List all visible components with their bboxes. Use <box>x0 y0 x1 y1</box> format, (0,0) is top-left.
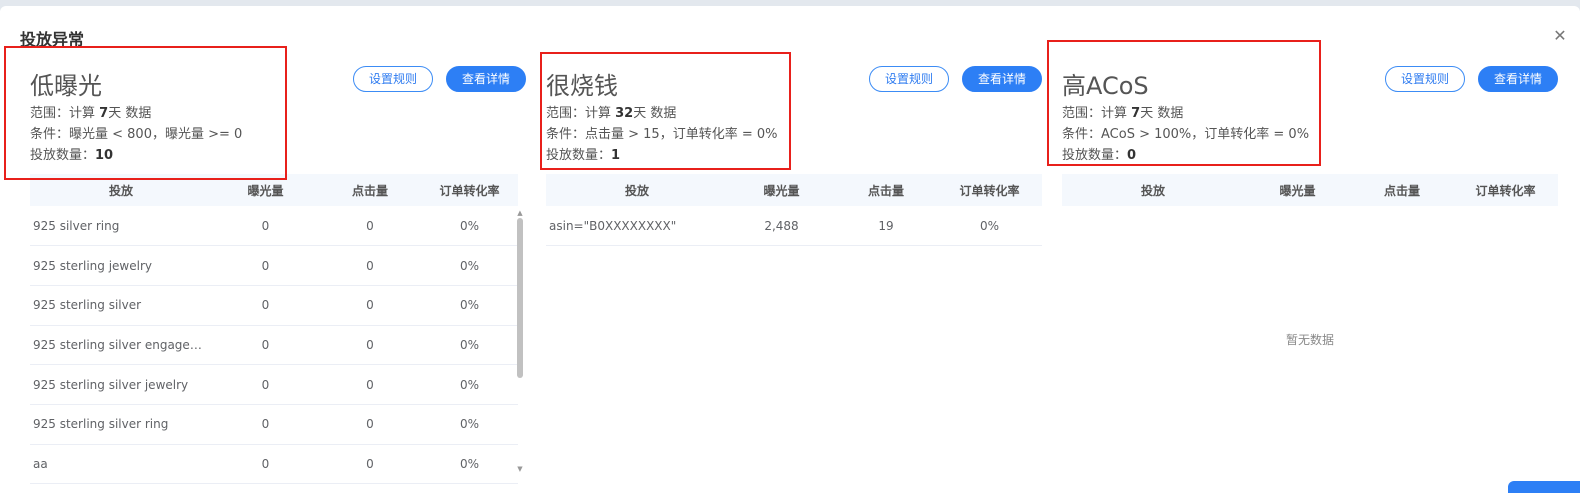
table-row[interactable]: asin="B0XXXXXXXX" 2,488 19 0% <box>546 206 1042 247</box>
exposure-cell: 2,488 <box>728 206 835 247</box>
count-value: 10 <box>95 148 114 163</box>
col-header[interactable]: 曝光量 <box>212 174 319 206</box>
scope-text: 范围：计算 7天 数据 <box>30 102 151 121</box>
scroll-thumb[interactable] <box>517 218 523 378</box>
view-details-button[interactable]: 查看详情 <box>962 66 1042 92</box>
target-cell: 925 sterling silver jewelry <box>30 364 212 405</box>
col-header[interactable]: 投放 <box>1062 174 1244 206</box>
table-row[interactable]: 925 sterling silver jewelry 0 0 0% <box>30 364 518 405</box>
clicks-cell: 19 <box>835 206 937 247</box>
scroll-up-icon[interactable]: ▲ <box>516 209 524 217</box>
corner-action-button[interactable] <box>1508 481 1580 493</box>
cvr-cell: 0% <box>421 206 518 247</box>
clicks-cell: 0 <box>319 364 421 405</box>
table-scrollbar[interactable]: ▲ ▼ <box>516 209 524 473</box>
target-cell: 925 sterling silver ring <box>30 404 212 445</box>
exposure-cell: 0 <box>212 245 319 286</box>
exposure-cell: 0 <box>212 325 319 366</box>
clicks-cell: 0 <box>319 444 421 485</box>
scope-days: 32 <box>615 106 634 121</box>
table-row[interactable]: aa 0 0 0% <box>30 444 518 485</box>
count-value: 0 <box>1127 148 1137 163</box>
set-rules-button[interactable]: 设置规则 <box>353 66 433 92</box>
count-label: 投放数量： <box>1062 148 1128 163</box>
empty-state-text: 暂无数据 <box>1286 333 1335 347</box>
scope-prefix: 范围：计算 <box>30 106 100 121</box>
table-low-exposure: 投放 曝光量 点击量 订单转化率 925 silver ring 0 0 0% 925… <box>30 174 518 485</box>
count-value: 1 <box>611 148 621 163</box>
view-details-button[interactable]: 查看详情 <box>1478 66 1558 92</box>
col-header[interactable]: 订单转化率 <box>421 174 518 206</box>
cvr-cell: 0% <box>421 285 518 326</box>
target-cell: 925 sterling jewelry <box>30 245 212 286</box>
target-cell: 925 sterling silver engagement ... <box>30 325 212 366</box>
cvr-cell: 0% <box>421 245 518 286</box>
scope-suffix: 天 数据 <box>633 106 677 121</box>
exposure-cell: 0 <box>212 364 319 405</box>
col-header[interactable]: 点击量 <box>319 174 421 206</box>
scroll-down-icon[interactable]: ▼ <box>516 465 524 473</box>
table-high-spend: 投放 曝光量 点击量 订单转化率 asin="B0XXXXXXXX" 2,488 1… <box>546 174 1042 247</box>
panel-low-exposure: 低曝光 范围：计算 7天 数据 条件：曝光量 < 800，曝光量 >= 0 投放… <box>30 6 530 493</box>
clicks-cell: 0 <box>319 245 421 286</box>
count-text: 投放数量：1 <box>546 144 620 163</box>
clicks-cell: 0 <box>319 325 421 366</box>
cvr-cell: 0% <box>937 206 1042 247</box>
exposure-cell: 0 <box>212 206 319 247</box>
exposure-cell: 0 <box>212 444 319 485</box>
cvr-cell: 0% <box>421 364 518 405</box>
col-header[interactable]: 投放 <box>546 174 728 206</box>
exposure-cell: 0 <box>212 404 319 445</box>
col-header[interactable]: 订单转化率 <box>1453 174 1558 206</box>
target-cell: asin="B0XXXXXXXX" <box>546 206 728 247</box>
panel-high-spend: 很烧钱 范围：计算 32天 数据 条件：点击量 > 15，订单转化率 = 0% … <box>546 6 1046 493</box>
count-text: 投放数量：0 <box>1062 144 1136 163</box>
scope-suffix: 天 数据 <box>108 106 152 121</box>
table-row[interactable]: 925 silver ring 0 0 0% <box>30 206 518 247</box>
table-row[interactable]: 925 sterling silver ring 0 0 0% <box>30 404 518 445</box>
col-header[interactable]: 点击量 <box>835 174 937 206</box>
condition-text: 条件：曝光量 < 800，曝光量 >= 0 <box>30 127 243 142</box>
panel-title: 很烧钱 <box>546 72 618 100</box>
condition-text: 条件：点击量 > 15，订单转化率 = 0% <box>546 127 778 142</box>
clicks-cell: 0 <box>319 206 421 247</box>
exposure-cell: 0 <box>212 285 319 326</box>
scope-prefix: 范围：计算 <box>546 106 616 121</box>
anomaly-dialog: 投放异常 ✕ 低曝光 范围：计算 7天 数据 条件：曝光量 < 800，曝光量 … <box>0 6 1580 493</box>
target-cell: aa <box>30 444 212 485</box>
set-rules-button[interactable]: 设置规则 <box>1385 66 1465 92</box>
scope-text: 范围：计算 7天 数据 <box>1062 102 1183 121</box>
cvr-cell: 0% <box>421 404 518 445</box>
table-row[interactable]: 925 sterling silver engagement ...000% <box>30 325 518 366</box>
scope-text: 范围：计算 32天 数据 <box>546 102 676 121</box>
target-cell: 925 silver ring <box>30 206 212 247</box>
col-header[interactable]: 曝光量 <box>728 174 835 206</box>
count-label: 投放数量： <box>546 148 612 163</box>
target-cell: 925 sterling silver <box>30 285 212 326</box>
condition-text: 条件：ACoS > 100%，订单转化率 = 0% <box>1062 127 1310 142</box>
panel-high-acos: 高ACoS 范围：计算 7天 数据 条件：ACoS > 100%，订单转化率 =… <box>1062 6 1562 493</box>
scope-days: 7 <box>99 106 109 121</box>
cvr-cell: 0% <box>421 325 518 366</box>
panel-title: 低曝光 <box>30 72 102 100</box>
col-header[interactable]: 曝光量 <box>1244 174 1351 206</box>
count-label: 投放数量： <box>30 148 96 163</box>
table-row[interactable]: 925 sterling jewelry 0 0 0% <box>30 245 518 286</box>
scope-days: 7 <box>1131 106 1141 121</box>
count-text: 投放数量：10 <box>30 144 113 163</box>
clicks-cell: 0 <box>319 285 421 326</box>
view-details-button[interactable]: 查看详情 <box>446 66 526 92</box>
scope-prefix: 范围：计算 <box>1062 106 1132 121</box>
clicks-cell: 0 <box>319 404 421 445</box>
col-header[interactable]: 投放 <box>30 174 212 206</box>
col-header[interactable]: 订单转化率 <box>937 174 1042 206</box>
panel-title: 高ACoS <box>1062 72 1149 100</box>
table-row[interactable]: 925 sterling silver 0 0 0% <box>30 285 518 326</box>
set-rules-button[interactable]: 设置规则 <box>869 66 949 92</box>
cvr-cell: 0% <box>421 444 518 485</box>
table-high-acos: 投放 曝光量 点击量 订单转化率 <box>1062 174 1558 206</box>
scope-suffix: 天 数据 <box>1140 106 1184 121</box>
col-header[interactable]: 点击量 <box>1351 174 1453 206</box>
